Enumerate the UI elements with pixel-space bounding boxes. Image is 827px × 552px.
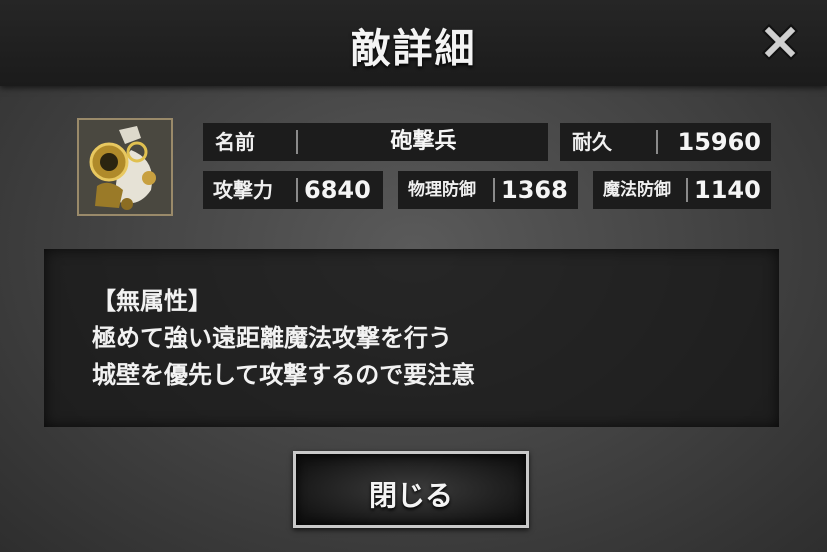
- divider: [493, 178, 495, 202]
- close-button-label: 閉じる: [368, 479, 453, 512]
- phys-def-row: 物理防御 1368: [398, 171, 578, 209]
- attribute-line: 【無属性】: [92, 287, 212, 315]
- page-title: 敵詳細: [350, 25, 477, 72]
- name-row: 名前 砲撃兵: [203, 123, 548, 161]
- divider: [296, 130, 298, 154]
- attack-row: 攻撃力 6840: [203, 171, 383, 209]
- durability-value: 15960: [677, 128, 762, 156]
- description-line: 城壁を優先して攻撃するので要注意: [92, 361, 476, 389]
- magic-def-value: 1140: [694, 176, 761, 204]
- description-line: 極めて強い遠距離魔法攻撃を行う: [92, 324, 452, 352]
- divider: [686, 178, 688, 202]
- attack-label: 攻撃力: [213, 178, 273, 202]
- divider: [656, 130, 658, 154]
- enemy-name: 砲撃兵: [390, 129, 457, 154]
- magic-def-label: 魔法防御: [603, 180, 671, 200]
- magic-def-row: 魔法防御 1140: [593, 171, 771, 209]
- close-x-icon[interactable]: [760, 22, 800, 62]
- attack-value: 6840: [304, 176, 371, 204]
- description-box: 【無属性】 極めて強い遠距離魔法攻撃を行う 城壁を優先して攻撃するので要注意: [44, 249, 779, 427]
- divider: [296, 178, 298, 202]
- durability-row: 耐久 15960: [560, 123, 771, 161]
- close-button[interactable]: 閉じる: [293, 451, 529, 528]
- durability-label: 耐久: [572, 130, 612, 154]
- header-bar: 敵詳細: [0, 0, 827, 86]
- phys-def-value: 1368: [501, 176, 568, 204]
- phys-def-label: 物理防御: [408, 180, 476, 200]
- name-label: 名前: [215, 130, 255, 154]
- enemy-portrait: [77, 118, 173, 216]
